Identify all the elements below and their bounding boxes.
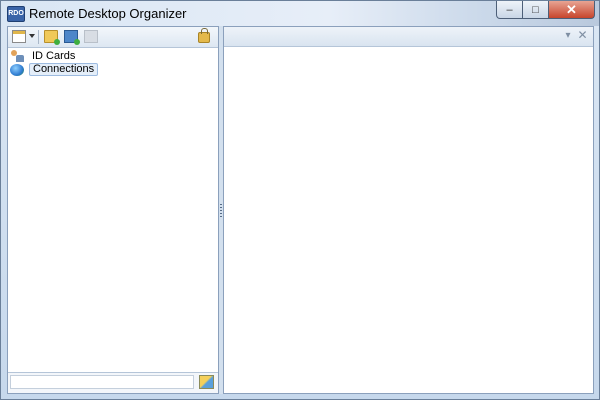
id-cards-icon: [10, 49, 24, 62]
filter-bar: [8, 372, 218, 393]
navigation-pane: ID Cards Connections: [7, 26, 219, 394]
filter-input[interactable]: [10, 375, 194, 389]
tree-item-label: Connections: [29, 63, 99, 76]
new-connection-icon[interactable]: [64, 30, 80, 45]
caption-buttons: – □ ✕: [496, 1, 595, 19]
content-pane-header: ▾ ✕: [224, 27, 593, 47]
disabled-action-icon: [84, 30, 98, 43]
dropdown-caret-icon[interactable]: [29, 34, 35, 38]
content-pane: ▾ ✕: [223, 26, 594, 394]
navigation-tree: ID Cards Connections: [10, 49, 99, 77]
apply-filter-icon[interactable]: [199, 375, 214, 389]
close-button[interactable]: ✕: [549, 1, 595, 19]
new-folder-icon[interactable]: [44, 30, 60, 45]
window-title: Remote Desktop Organizer: [29, 6, 187, 21]
app-icon: RDO: [7, 6, 25, 22]
new-item-icon[interactable]: [12, 30, 26, 43]
pane-menu-icon[interactable]: ▾: [563, 31, 573, 41]
toolbar-separator: [38, 30, 39, 44]
tree-item-label: ID Cards: [32, 49, 76, 62]
minimize-button[interactable]: –: [496, 1, 523, 19]
main-window: RDO Remote Desktop Organizer – □ ✕ ID Ca…: [0, 0, 600, 400]
left-toolbar: [8, 27, 218, 48]
connections-icon: [10, 63, 24, 76]
tree-item-id-cards[interactable]: ID Cards: [10, 49, 98, 62]
title-bar[interactable]: RDO Remote Desktop Organizer – □ ✕: [1, 1, 599, 26]
maximize-button[interactable]: □: [523, 1, 549, 19]
tree-item-connections[interactable]: Connections: [10, 63, 99, 76]
lock-icon[interactable]: [198, 28, 210, 43]
splitter-grip-icon[interactable]: [220, 204, 222, 218]
pane-close-icon[interactable]: ✕: [577, 29, 588, 41]
